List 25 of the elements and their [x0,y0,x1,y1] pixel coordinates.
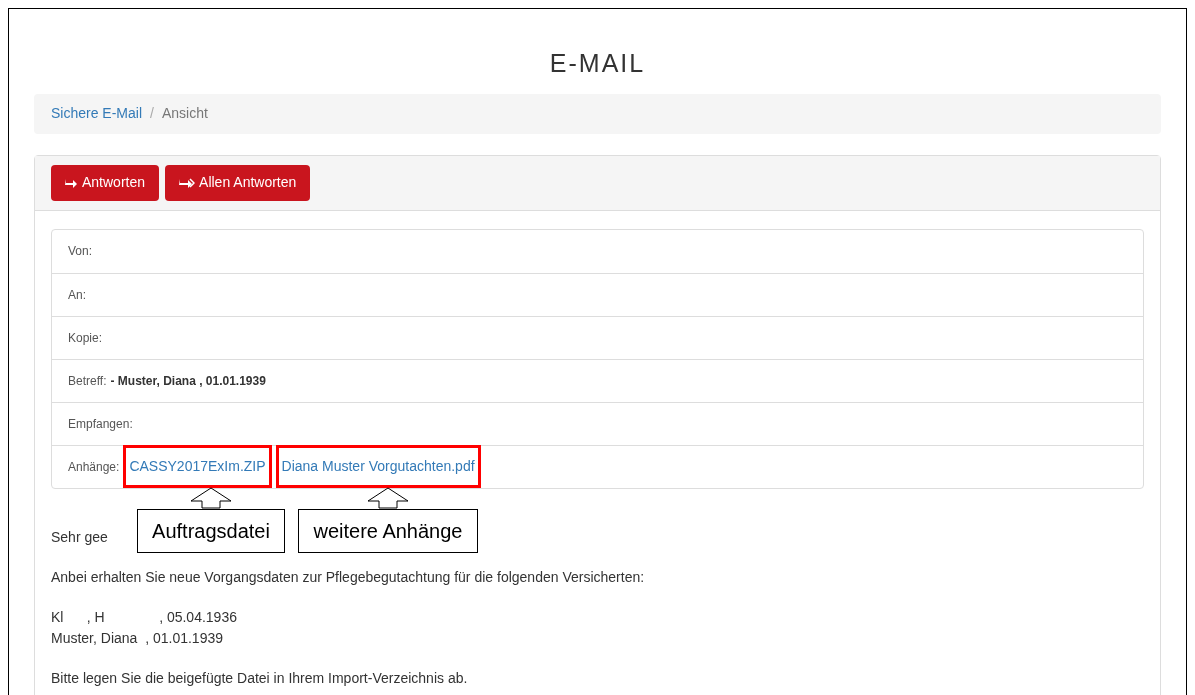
breadcrumb-separator: / [150,104,154,123]
breadcrumb-current: Ansicht [161,104,208,123]
attachment-link[interactable]: Diana Muster Vorgutachten.pdf [275,445,481,488]
body-paragraph: Anbei erhalten Sie neue Vorgangsdaten zur Pflegebegutachtung für die folgenden Versicherten: [51,567,645,587]
field-label: Kopie: [68,329,103,347]
callout-label: weitere Anhänge [298,509,478,553]
field-value: - Muster, Diana , 01.01.1939 [110,372,266,390]
reply-all-icon [179,176,196,189]
reply-button[interactable]: Antworten [51,164,160,201]
field-label: Anhänge: [68,458,120,476]
reply-button[interactable]: Allen Antworten [165,164,311,201]
up-arrow-icon [367,487,409,509]
callout-label: Auftragsdatei [137,509,285,553]
recipient-line: Muster, Diana , 01.01.1939 [51,628,224,648]
body-paragraph: Bitte legen Sie die beigefügte Datei in Ihrem Import-Verzeichnis ab. [51,668,468,688]
page-title: E-MAIL [548,48,647,79]
body-paragraph: Sehr gee [51,527,108,547]
field-label: Betreff: [68,372,107,390]
recipient-line: Kl , H , 05.04.1936 [51,607,237,627]
breadcrumb-link[interactable]: Sichere E-Mail [51,103,143,124]
up-arrow-icon [190,487,232,509]
field-label: Empfangen: [68,415,133,433]
field-label: An: [68,286,86,304]
attachment-link[interactable]: CASSY2017ExIm.ZIP [123,445,272,488]
field-label: Von: [68,243,93,260]
